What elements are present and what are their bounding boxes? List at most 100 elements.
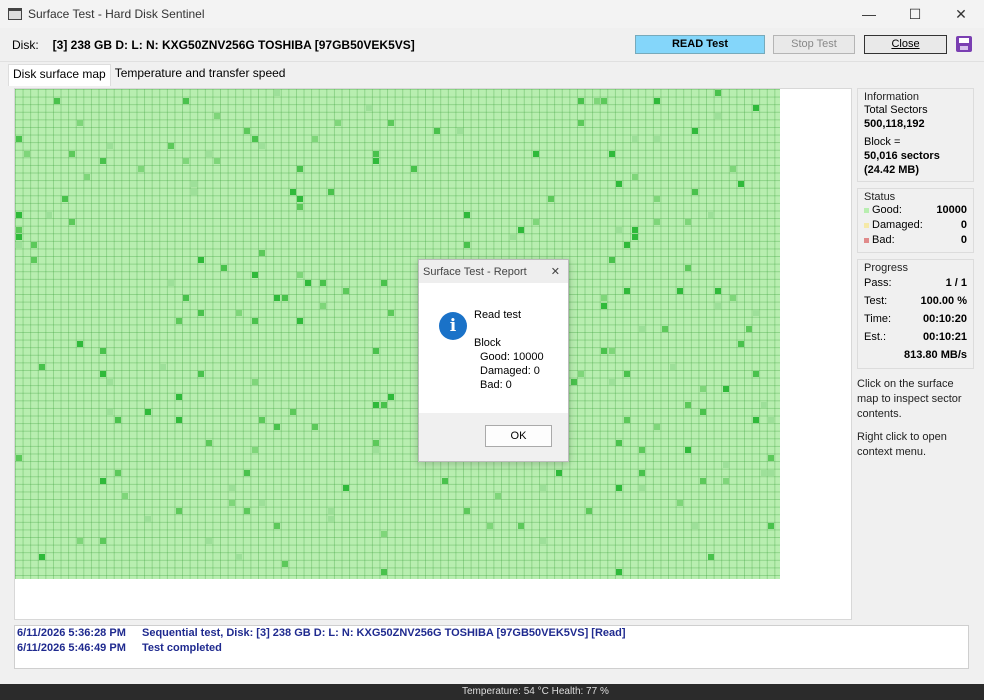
surface-block: [183, 158, 190, 165]
surface-block: [578, 371, 585, 378]
surface-block: [244, 470, 250, 476]
surface-block: [654, 135, 661, 142]
save-icon[interactable]: [956, 36, 972, 52]
surface-block: [715, 90, 722, 96]
status-damaged-row: Damaged: 0: [864, 218, 967, 233]
surface-block: [206, 538, 212, 545]
surface-block: [251, 135, 258, 142]
surface-block: [692, 188, 699, 195]
surface-block: [624, 371, 630, 378]
close-window-button[interactable]: ✕: [938, 0, 984, 28]
surface-block: [76, 340, 83, 347]
close-button[interactable]: Close: [864, 35, 947, 54]
surface-block: [639, 470, 646, 476]
surface-block: [297, 272, 304, 279]
surface-block: [198, 257, 205, 264]
inspect-hint: Click on the surface map to inspect sect…: [857, 378, 962, 420]
log-entry: 6/11/2026 5:36:28 PM Sequential test, Dis…: [16, 626, 967, 641]
surface-block: [114, 470, 121, 476]
log-time: 6/11/2026 5:46:49 PM: [17, 642, 126, 654]
surface-block: [745, 325, 752, 332]
surface-block: [38, 363, 45, 370]
surface-block: [548, 196, 554, 203]
surface-block: [753, 105, 760, 112]
test-label: Test:: [864, 295, 888, 307]
surface-block: [692, 523, 699, 530]
total-sectors-label: Total Sectors: [864, 104, 928, 116]
surface-block: [168, 280, 174, 286]
information-title: Information: [864, 91, 920, 103]
surface-block: [768, 454, 775, 461]
surface-block: [76, 538, 83, 545]
surface-block: [228, 485, 235, 492]
tab-temperature-transfer[interactable]: Temperature and transfer speed: [111, 64, 290, 86]
surface-block: [304, 280, 311, 286]
surface-block: [335, 120, 342, 127]
surface-block: [373, 439, 380, 446]
status-bad-row: Bad: 0: [864, 233, 967, 248]
surface-block: [289, 409, 296, 416]
dialog-body: i Read test Block Good: 10000 Damaged: 0…: [419, 283, 568, 414]
surface-block: [624, 416, 630, 423]
read-test-button[interactable]: READ Test: [635, 35, 765, 54]
surface-block: [715, 302, 722, 309]
surface-block: [593, 97, 600, 104]
surface-block: [616, 181, 623, 188]
stop-test-button[interactable]: Stop Test: [773, 35, 855, 54]
surface-block: [608, 348, 615, 355]
surface-block: [639, 447, 646, 454]
surface-block: [608, 257, 615, 264]
surface-block: [722, 462, 729, 469]
surface-block: [206, 439, 212, 446]
surface-block: [456, 128, 463, 134]
surface-block: [251, 318, 258, 324]
surface-block: [213, 158, 220, 165]
surface-block: [464, 242, 471, 248]
progress-est-row: Est.: 00:10:21: [864, 328, 967, 346]
good-label: Good:: [872, 204, 902, 216]
surface-block: [654, 424, 661, 431]
surface-block: [297, 204, 304, 210]
surface-block: [510, 234, 516, 241]
log-message: Sequential test, Disk: [3] 238 GB D: L: …: [142, 627, 626, 639]
surface-block: [213, 112, 220, 119]
surface-block: [244, 128, 250, 134]
surface-block: [327, 508, 334, 514]
surface-block: [738, 340, 744, 347]
surface-block: [540, 485, 547, 492]
dialog-block-label: Block: [474, 337, 501, 349]
surface-map[interactable]: [15, 89, 780, 579]
surface-block: [84, 173, 91, 180]
surface-block: [608, 378, 615, 385]
surface-block: [373, 158, 380, 165]
maximize-button[interactable]: ☐: [892, 0, 938, 28]
pass-value: 1 / 1: [945, 277, 967, 289]
surface-block: [517, 226, 524, 233]
surface-block: [198, 371, 205, 378]
good-count: 10000: [936, 204, 967, 216]
status-good-row: Good: 10000: [864, 203, 967, 218]
disk-label: Disk:: [12, 37, 39, 52]
progress-group: Progress Pass: 1 / 1 Test: 100.00 % Time…: [857, 259, 974, 369]
surface-block: [274, 424, 281, 431]
surface-block: [464, 508, 471, 514]
block-label: Block =: [864, 136, 901, 148]
minimize-button[interactable]: —: [846, 0, 892, 28]
surface-block: [464, 211, 471, 218]
surface-block: [662, 325, 668, 332]
event-log[interactable]: 6/11/2026 5:36:28 PM Sequential test, Dis…: [14, 625, 969, 669]
surface-block: [122, 492, 129, 499]
ok-button[interactable]: OK: [485, 425, 552, 447]
surface-block: [570, 378, 577, 385]
disk-selector[interactable]: [3] 238 GB D: L: N: KXG50ZNV256G TOSHIBA…: [53, 38, 415, 52]
surface-block: [259, 143, 266, 150]
surface-block: [312, 135, 319, 142]
surface-block: [654, 97, 661, 104]
tab-disk-surface-map[interactable]: Disk surface map: [8, 64, 111, 86]
dialog-close-icon[interactable]: ✕: [551, 265, 560, 278]
surface-block: [99, 477, 106, 484]
surface-block: [768, 470, 775, 476]
surface-block: [441, 477, 448, 484]
damaged-legend-swatch: [864, 222, 869, 228]
surface-block: [373, 447, 380, 454]
